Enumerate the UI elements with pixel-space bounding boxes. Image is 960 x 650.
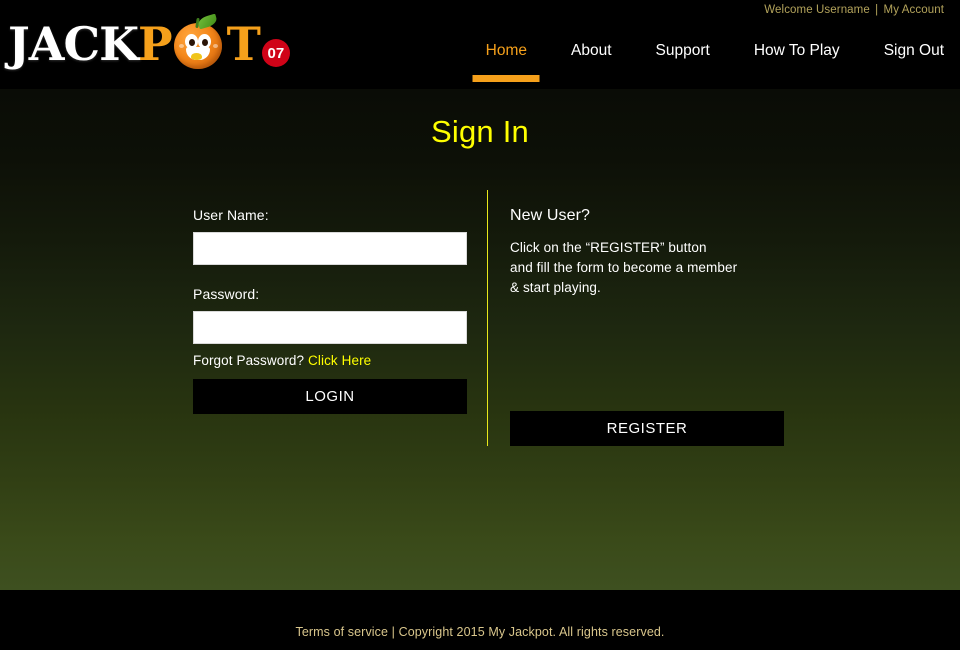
logo-text-t: T <box>226 17 261 71</box>
mascot-highlight-right <box>212 44 218 48</box>
form-spacer <box>193 265 467 286</box>
site-logo[interactable]: JACK P T 07 <box>8 10 290 78</box>
register-button[interactable]: REGISTER <box>510 411 784 446</box>
column-divider <box>487 190 488 446</box>
new-user-description: Click on the “REGISTER” button and fill … <box>510 238 784 298</box>
nav-item-support[interactable]: Support <box>634 40 732 62</box>
nav-item-how-to-play[interactable]: How To Play <box>732 40 862 62</box>
main-navigation: Home About Support How To Play Sign Out <box>464 40 946 62</box>
new-user-line-3: & start playing. <box>510 280 601 295</box>
forgot-password-link[interactable]: Click Here <box>308 353 371 368</box>
welcome-separator: | <box>875 4 879 16</box>
new-user-panel: New User? Click on the “REGISTER” button… <box>510 207 784 446</box>
site-header: JACK P T 07 Welcome Username | My Accoun… <box>0 0 960 89</box>
page-title: Sign In <box>431 114 529 149</box>
nav-item-home[interactable]: Home <box>464 40 549 62</box>
logo-text-p: P <box>138 17 173 71</box>
orange-fruit-mascot-icon <box>173 13 225 70</box>
mascot-highlight-left <box>178 44 184 48</box>
nav-item-about[interactable]: About <box>549 40 634 62</box>
logo-text-jack: JACK <box>8 17 139 71</box>
footer-text: Terms of service | Copyright 2015 My Jac… <box>295 625 665 639</box>
sign-in-form: User Name: Password: Forgot Password? Cl… <box>193 207 467 414</box>
new-user-line-2: and fill the form to become a member <box>510 260 738 275</box>
welcome-username-text: Welcome Username <box>764 4 870 16</box>
nav-item-sign-out[interactable]: Sign Out <box>862 40 946 62</box>
password-input[interactable] <box>193 311 467 344</box>
forgot-password-label: Forgot Password? <box>193 353 305 368</box>
username-input[interactable] <box>193 232 467 265</box>
logo-wordmark: JACK P T 07 <box>8 13 290 71</box>
new-user-heading: New User? <box>510 207 591 224</box>
username-label: User Name: <box>193 207 269 223</box>
forgot-password-row: Forgot Password? Click Here <box>193 353 467 368</box>
content-area: Sign In User Name: Password: Forgot Pass… <box>0 89 960 590</box>
site-footer: Terms of service | Copyright 2015 My Jac… <box>0 590 960 650</box>
password-label: Password: <box>193 286 260 302</box>
logo-badge-07: 07 <box>261 39 290 67</box>
login-button[interactable]: LOGIN <box>193 379 467 414</box>
my-account-link[interactable]: My Account <box>884 4 944 16</box>
signin-page: JACK P T 07 Welcome Username | My Accoun… <box>0 0 960 650</box>
welcome-bar: Welcome Username | My Account <box>764 4 944 16</box>
mascot-leaf-icon <box>196 13 218 30</box>
new-user-line-1: Click on the “REGISTER” button <box>510 240 707 255</box>
